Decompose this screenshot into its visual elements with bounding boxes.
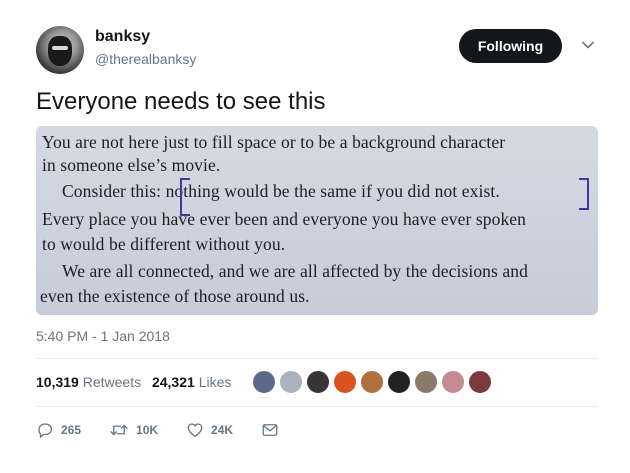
photo-text-line: Consider this: nothing would be the same… (62, 181, 500, 201)
reply-count: 265 (61, 423, 82, 437)
retweets-count: 10,319 (36, 374, 79, 390)
like-button[interactable]: 24K (186, 421, 233, 439)
tweet-card: banksy @therealbanksy Following Everyone… (0, 0, 630, 473)
liker-avatar-4[interactable] (333, 370, 357, 394)
divider (36, 358, 598, 359)
retweet-button[interactable]: 10K (109, 421, 158, 439)
caret-down-icon[interactable] (581, 38, 595, 52)
photo-text-line: even the existence of those around us. (40, 286, 310, 306)
tweet-actions: 265 10K 24K (36, 421, 279, 439)
photo-text-line: to would be different without you. (42, 234, 286, 254)
user-handle[interactable]: @therealbanksy (95, 51, 196, 67)
reply-icon (38, 423, 53, 438)
display-name[interactable]: banksy (95, 28, 150, 46)
ink-bracket-right (579, 178, 589, 210)
retweets-label: Retweets (82, 374, 142, 390)
liker-avatar-3[interactable] (306, 370, 330, 394)
liker-avatar-5[interactable] (360, 370, 384, 394)
liker-avatar-6[interactable] (387, 370, 411, 394)
reply-button[interactable]: 265 (36, 421, 81, 439)
tweet-timestamp[interactable]: 5:40 PM - 1 Jan 2018 (36, 328, 170, 344)
liker-avatar-9[interactable] (468, 370, 492, 394)
divider (36, 406, 598, 407)
ink-bracket-left (180, 178, 190, 216)
avatar-face (48, 36, 72, 66)
tweet-photo[interactable]: You are not here just to fill space or t… (36, 126, 598, 315)
liker-avatar-2[interactable] (279, 370, 303, 394)
direct-message-icon (262, 424, 278, 436)
like-icon (187, 423, 203, 438)
liker-avatar-7[interactable] (414, 370, 438, 394)
liker-avatar-1[interactable] (252, 370, 276, 394)
likes-label: Likes (198, 374, 232, 390)
photo-text-line: We are all connected, and we are all aff… (62, 261, 528, 281)
liker-avatars (252, 370, 492, 394)
like-count: 24K (211, 423, 234, 437)
retweets-stat[interactable]: 10,319 Retweets (36, 374, 141, 390)
liker-avatar-8[interactable] (441, 370, 465, 394)
tweet-stats: 10,319 Retweets 24,321 Likes (36, 374, 231, 390)
following-button[interactable]: Following (459, 29, 562, 63)
photo-text-line: Every place you have ever been and every… (42, 209, 527, 229)
direct-message-button[interactable] (261, 421, 279, 439)
photo-text-line: in someone else’s movie. (42, 155, 221, 175)
likes-count: 24,321 (151, 374, 195, 390)
user-avatar[interactable] (36, 26, 84, 74)
retweet-icon (110, 424, 128, 436)
likes-stat[interactable]: 24,321 Likes (152, 374, 231, 390)
tweet-text: Everyone needs to see this (36, 88, 326, 115)
avatar-eyes (52, 46, 68, 50)
retweet-count: 10K (136, 423, 159, 437)
photo-text-line: You are not here just to fill space or t… (42, 132, 506, 152)
